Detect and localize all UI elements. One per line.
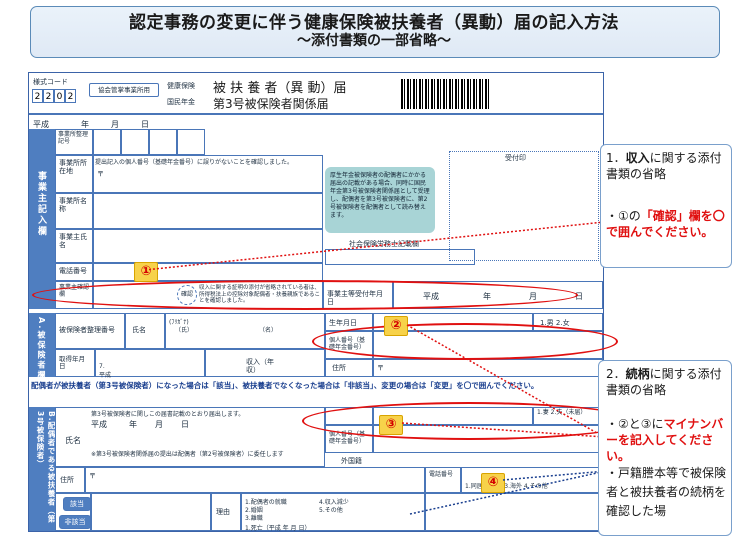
callout-income-title: 1．収入に関する添付書類の省略 — [606, 151, 722, 182]
callout-income-body: ・①の「確認」欄を〇で囲んでください。 — [606, 209, 725, 240]
callout-relation-koseki: ・戸籍謄本等で被保険者と被扶養者の続柄を確認した場 — [606, 466, 727, 519]
callout-relation-mynumber: ・②と③にマイナンバーを記入してください。 — [606, 417, 724, 464]
callout-relation-title: 2．続柄に関する添付書類の省略 — [606, 367, 722, 398]
